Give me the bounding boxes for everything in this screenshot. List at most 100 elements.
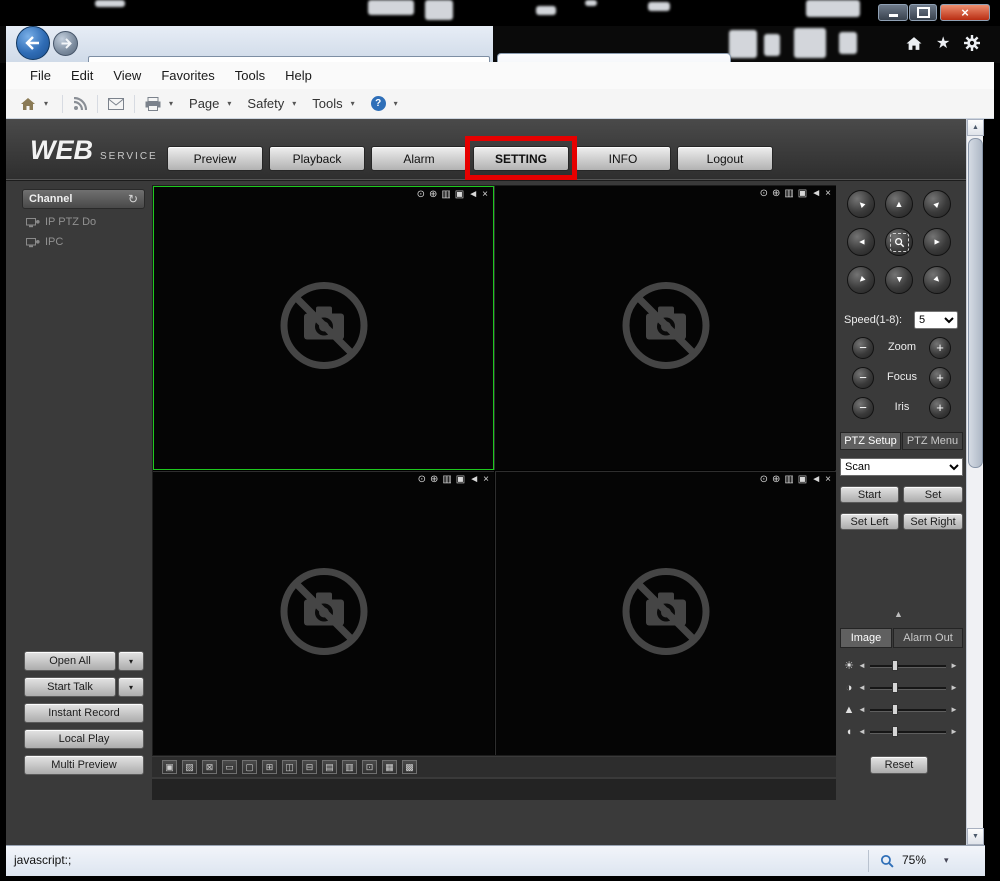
snapshot-icon[interactable]: ▣ [798, 188, 807, 200]
local-record-icon[interactable]: ▥ [784, 474, 793, 486]
mail-icon[interactable] [108, 98, 124, 110]
stretch-icon[interactable]: ▨ [182, 760, 197, 774]
slider-decrease-icon[interactable]: ◄ [858, 702, 866, 718]
snapshot-icon[interactable]: ▣ [798, 474, 807, 486]
safety-dropdown-icon[interactable]: ▾ [292, 99, 296, 108]
reset-button[interactable]: Reset [870, 756, 928, 774]
menu-help[interactable]: Help [275, 68, 322, 83]
rss-feed-icon[interactable] [73, 97, 87, 111]
set-button[interactable]: Set [903, 486, 963, 503]
saturation-slider[interactable] [870, 709, 946, 712]
slider-increase-icon[interactable]: ► [950, 702, 958, 718]
slider-increase-icon[interactable]: ► [950, 658, 958, 674]
slider-increase-icon[interactable]: ► [950, 724, 958, 740]
menu-file[interactable]: File [20, 68, 61, 83]
ptz-right-button[interactable]: ▲ [923, 228, 951, 256]
local-record-icon[interactable]: ▥ [441, 189, 450, 201]
zoom-level[interactable]: 75% [902, 853, 926, 867]
zoom-plus-button[interactable]: + [929, 337, 951, 359]
minimize-button[interactable] [878, 4, 908, 21]
print-icon[interactable] [145, 97, 161, 111]
hue-slider[interactable] [870, 731, 946, 734]
local-record-icon[interactable]: ▥ [442, 474, 451, 486]
digital-zoom-icon[interactable]: ⊕ [772, 188, 780, 200]
open-all-dropdown[interactable]: ▾ [118, 651, 144, 671]
audio-icon[interactable]: ◄ [811, 474, 821, 486]
ptz-down-right-button[interactable]: ▲ [923, 266, 951, 294]
digital-zoom-icon[interactable]: ⊕ [430, 474, 438, 486]
favorites-star-icon[interactable]: ★ [936, 33, 950, 53]
slider-handle[interactable] [892, 660, 898, 671]
scroll-up-button[interactable]: ▲ [967, 119, 984, 136]
alarm-out-tab[interactable]: Alarm Out [893, 628, 963, 648]
ptz-position-button[interactable] [885, 228, 913, 256]
help-icon[interactable]: ? [371, 96, 386, 111]
fisheye-icon[interactable]: ⊙ [760, 474, 768, 486]
home-dropdown-icon[interactable]: ▾ [44, 99, 48, 108]
maximize-button[interactable] [909, 4, 937, 21]
snapshot-icon[interactable]: ▣ [455, 189, 464, 201]
set-right-button[interactable]: Set Right [903, 513, 963, 530]
ptz-up-left-button[interactable]: ▲ [847, 190, 875, 218]
safety-menu-button[interactable]: Safety [247, 96, 284, 111]
ptz-left-button[interactable]: ▲ [847, 228, 875, 256]
video-panel-2[interactable]: ⊙ ⊕ ▥ ▣ ◄ × [495, 186, 836, 470]
menu-view[interactable]: View [103, 68, 151, 83]
view-16-icon[interactable]: ⊡ [362, 760, 377, 774]
video-panel-4[interactable]: ⊙ ⊕ ▥ ▣ ◄ × [495, 471, 836, 755]
focus-plus-button[interactable]: + [929, 367, 951, 389]
zoom-dropdown-icon[interactable]: ▾ [944, 855, 949, 866]
start-talk-button[interactable]: Start Talk [24, 677, 116, 697]
channel-item-ipc[interactable]: IPC [26, 235, 63, 249]
local-record-icon[interactable]: ▥ [784, 188, 793, 200]
tools-menu-button[interactable]: Tools [312, 96, 342, 111]
slider-decrease-icon[interactable]: ◄ [858, 658, 866, 674]
ptz-menu-tab[interactable]: PTZ Menu [902, 432, 963, 450]
ratio-icon[interactable]: ▭ [222, 760, 237, 774]
audio-icon[interactable]: ◄ [469, 474, 479, 486]
help-dropdown-icon[interactable]: ▾ [394, 99, 398, 108]
set-left-button[interactable]: Set Left [840, 513, 899, 530]
video-panel-1[interactable]: ⊙ ⊕ ▥ ▣ ◄ × [153, 186, 494, 470]
menu-edit[interactable]: Edit [61, 68, 103, 83]
ptz-setup-tab[interactable]: PTZ Setup [840, 432, 901, 450]
menu-favorites[interactable]: Favorites [151, 68, 224, 83]
page-menu-button[interactable]: Page [189, 96, 219, 111]
view-20-icon[interactable]: ▦ [382, 760, 397, 774]
digital-zoom-icon[interactable]: ⊕ [772, 474, 780, 486]
tab-preview[interactable]: Preview [167, 146, 263, 171]
audio-icon[interactable]: ◄ [468, 189, 478, 201]
close-button[interactable]: × [940, 4, 990, 21]
video-panel-3[interactable]: ⊙ ⊕ ▥ ▣ ◄ × [153, 471, 494, 755]
print-dropdown-icon[interactable]: ▾ [169, 99, 173, 108]
forward-button[interactable] [53, 31, 78, 56]
channel-item-ipptz[interactable]: IP PTZ Do [26, 215, 96, 229]
view-1-icon[interactable]: ▢ [242, 760, 257, 774]
view-25-icon[interactable]: ▩ [402, 760, 417, 774]
open-all-button[interactable]: Open All [24, 651, 116, 671]
tab-logout[interactable]: Logout [677, 146, 773, 171]
tab-alarm[interactable]: Alarm [371, 146, 467, 171]
tools-dropdown-icon[interactable]: ▾ [351, 99, 355, 108]
fullscreen-icon[interactable]: ⊠ [202, 760, 217, 774]
ptz-up-right-button[interactable]: ▲ [923, 190, 951, 218]
ptz-down-button[interactable]: ▲ [885, 266, 913, 294]
vertical-scrollbar[interactable]: ▲ ▼ [966, 119, 983, 845]
ptz-down-left-button[interactable]: ▲ [847, 266, 875, 294]
audio-icon[interactable]: ◄ [811, 188, 821, 200]
view-8-icon[interactable]: ⊟ [302, 760, 317, 774]
page-dropdown-icon[interactable]: ▾ [227, 99, 231, 108]
image-tab[interactable]: Image [840, 628, 892, 648]
slider-handle[interactable] [892, 704, 898, 715]
snapshot-icon[interactable]: ▣ [456, 474, 465, 486]
ptz-function-select[interactable]: Scan [840, 458, 963, 476]
multi-preview-button[interactable]: Multi Preview [24, 755, 144, 775]
start-talk-dropdown[interactable]: ▾ [118, 677, 144, 697]
fisheye-icon[interactable]: ⊙ [760, 188, 768, 200]
slider-increase-icon[interactable]: ► [950, 680, 958, 696]
close-icon[interactable]: × [825, 188, 831, 200]
fisheye-icon[interactable]: ⊙ [418, 474, 426, 486]
close-icon[interactable]: × [483, 474, 489, 486]
ptz-up-button[interactable]: ▲ [885, 190, 913, 218]
contrast-slider[interactable] [870, 687, 946, 690]
